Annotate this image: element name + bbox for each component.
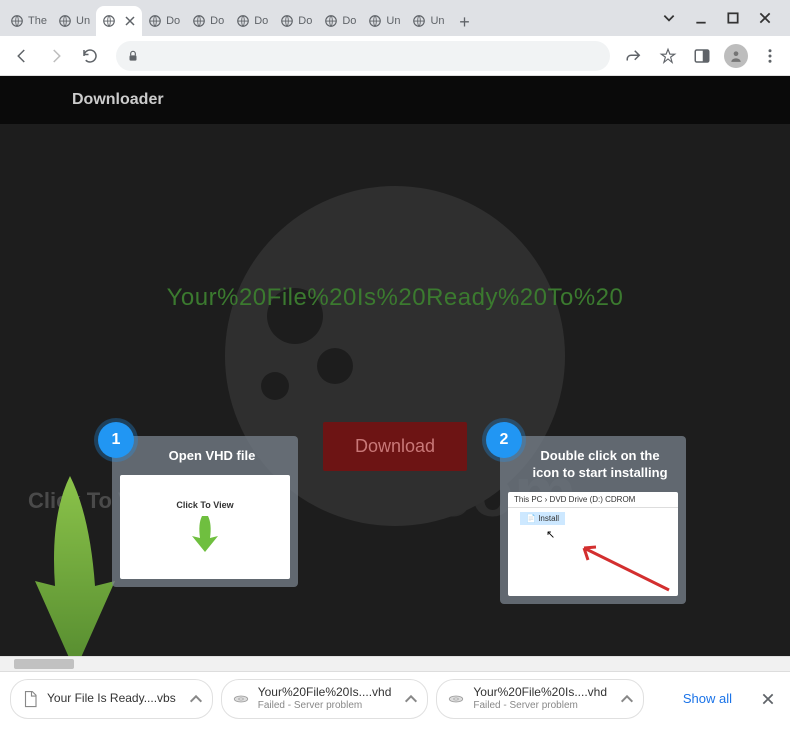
horizontal-scrollbar[interactable] [0, 656, 790, 671]
tab-title: Do [166, 15, 180, 27]
file-ready-title: Your%20File%20Is%20Ready%20To%20 [167, 284, 624, 312]
browser-tab[interactable]: Un [406, 6, 450, 36]
chevron-down-icon[interactable] [662, 11, 676, 25]
download-status: Failed - Server problem [473, 700, 607, 711]
chevron-up-icon[interactable] [188, 691, 204, 707]
window-controls [652, 0, 782, 36]
thumb-install-row: 📄 Install [520, 512, 565, 525]
address-bar[interactable] [116, 41, 610, 71]
tab-title: Do [254, 15, 268, 27]
site-header: Downloader [0, 76, 790, 124]
step-title: Open VHD file [120, 444, 290, 475]
globe-icon [192, 14, 206, 28]
side-panel-icon[interactable] [690, 44, 714, 68]
new-tab-button[interactable]: + [451, 8, 479, 36]
chevron-up-icon[interactable] [619, 691, 635, 707]
show-all-button[interactable]: Show all [673, 685, 742, 712]
site-title: Downloader [72, 91, 164, 109]
tab-strip: The Un Do Do Do Do Do [4, 0, 652, 36]
tab-title: Un [430, 15, 444, 27]
forward-button[interactable] [42, 42, 70, 70]
tab-title: Do [342, 15, 356, 27]
download-item[interactable]: Your File Is Ready....vbs [10, 679, 213, 719]
tab-close-icon[interactable] [124, 15, 136, 27]
close-icon[interactable] [756, 687, 780, 711]
star-icon[interactable] [656, 44, 680, 68]
tab-title: The [28, 15, 47, 27]
menu-icon[interactable] [758, 44, 782, 68]
tab-title: Do [210, 15, 224, 27]
disk-icon [232, 690, 250, 708]
page-content: Downloader sk.com Click To View Your%20F… [0, 76, 790, 656]
cursor-icon: ↖ [546, 528, 555, 541]
globe-icon [280, 14, 294, 28]
scrollbar-thumb[interactable] [14, 659, 74, 669]
download-name: Your File Is Ready....vbs [47, 692, 176, 705]
globe-icon [324, 14, 338, 28]
step-card-2: 2 Double click on the icon to start inst… [500, 436, 686, 604]
disk-icon [447, 690, 465, 708]
tab-title: Un [386, 15, 400, 27]
browser-tab[interactable]: Do [186, 6, 230, 36]
globe-icon [412, 14, 426, 28]
download-button[interactable]: Download [323, 422, 467, 471]
back-button[interactable] [8, 42, 36, 70]
step-badge: 1 [98, 422, 134, 458]
step-image: Click To View [120, 475, 290, 579]
globe-icon [236, 14, 250, 28]
browser-tab[interactable]: Do [274, 6, 318, 36]
globe-icon [10, 14, 24, 28]
thumb-label: Click To View [176, 500, 233, 510]
download-status: Failed - Server problem [258, 700, 392, 711]
browser-tab[interactable]: Do [230, 6, 274, 36]
thumb-install-label: Install [538, 514, 559, 523]
lock-icon [126, 49, 140, 63]
tab-title: Un [76, 15, 90, 27]
step-card-1: 1 Open VHD file Click To View [112, 436, 298, 587]
chevron-up-icon[interactable] [403, 691, 419, 707]
tab-title: Do [298, 15, 312, 27]
download-name: Your%20File%20Is....vhd [473, 686, 607, 699]
file-icon [21, 690, 39, 708]
mini-arrow-icon [190, 514, 220, 554]
globe-icon [368, 14, 382, 28]
profile-avatar[interactable] [724, 44, 748, 68]
close-icon[interactable] [758, 11, 772, 25]
download-item[interactable]: Your%20File%20Is....vhd Failed - Server … [436, 679, 644, 719]
download-item[interactable]: Your%20File%20Is....vhd Failed - Server … [221, 679, 429, 719]
globe-icon [58, 14, 72, 28]
step-image: This PC › DVD Drive (D:) CDROM 📄 Install… [508, 492, 678, 596]
download-name: Your%20File%20Is....vhd [258, 686, 392, 699]
reload-button[interactable] [76, 42, 104, 70]
browser-tab[interactable]: Un [362, 6, 406, 36]
browser-tab[interactable]: Do [318, 6, 362, 36]
browser-tab[interactable]: The [4, 6, 52, 36]
browser-tab[interactable]: Do [142, 6, 186, 36]
minimize-icon[interactable] [694, 11, 708, 25]
share-icon[interactable] [622, 44, 646, 68]
toolbar-right [622, 44, 782, 68]
step-title: Double click on the icon to start instal… [508, 444, 678, 492]
window-titlebar: The Un Do Do Do Do Do [0, 0, 790, 36]
browser-toolbar [0, 36, 790, 76]
globe-icon [102, 14, 116, 28]
maximize-icon[interactable] [726, 11, 740, 25]
red-arrow-icon [574, 542, 674, 592]
downloads-bar: Your File Is Ready....vbs Your%20File%20… [0, 671, 790, 725]
step-badge: 2 [486, 422, 522, 458]
thumb-breadcrumb: This PC › DVD Drive (D:) CDROM [508, 492, 678, 508]
browser-tab-active[interactable] [96, 6, 142, 36]
browser-tab[interactable]: Un [52, 6, 96, 36]
globe-icon [148, 14, 162, 28]
